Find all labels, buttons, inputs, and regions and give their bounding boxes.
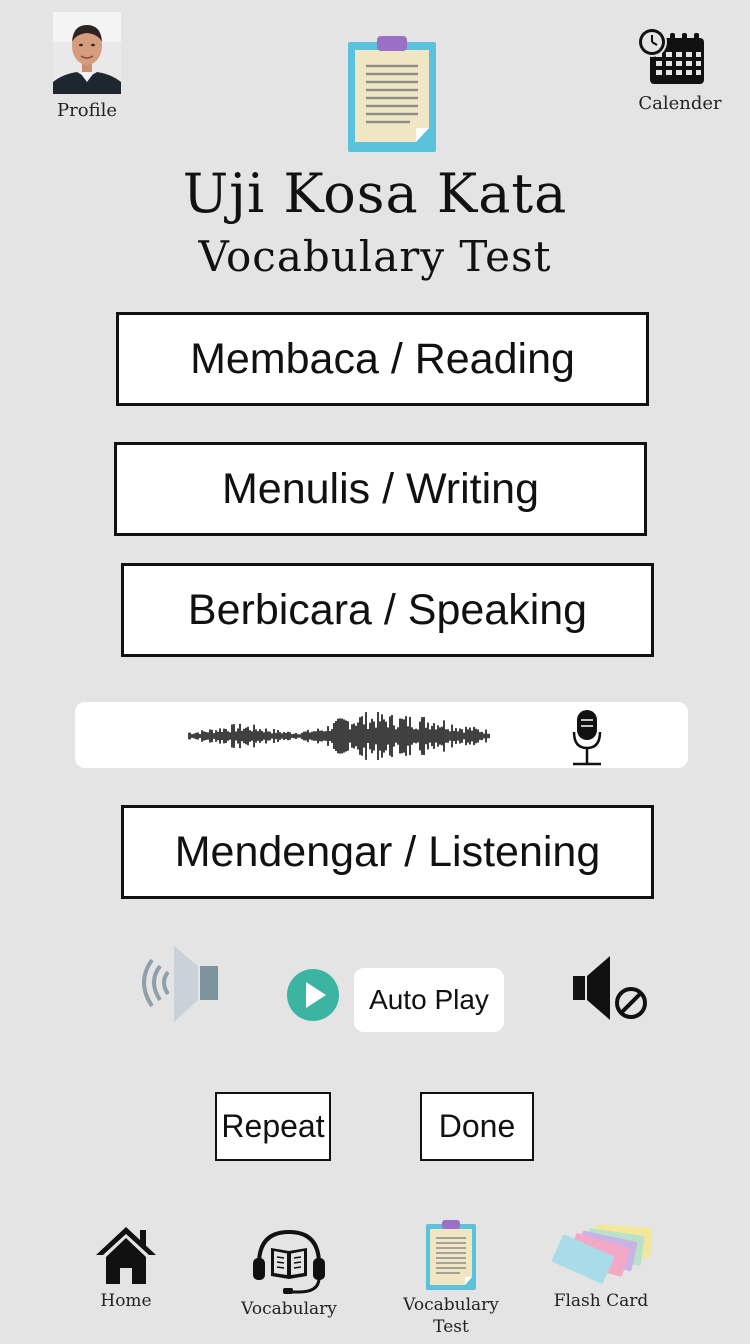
clipboard-icon	[348, 36, 436, 156]
nav-vocabulary[interactable]: Vocabulary	[236, 1228, 342, 1320]
home-icon	[96, 1227, 156, 1284]
repeat-button[interactable]: Repeat	[215, 1092, 331, 1161]
flash-cards-icon	[551, 1224, 652, 1284]
nav-vocabulary-label: Vocabulary	[241, 1299, 337, 1319]
clipboard-icon	[426, 1220, 476, 1290]
profile-avatar[interactable]	[53, 12, 121, 94]
page-title: Uji Kosa Kata	[182, 162, 568, 225]
page-subtitle: Vocabulary Test	[198, 232, 552, 281]
nav-flash-card-label: Flash Card	[553, 1291, 649, 1311]
microphone-icon[interactable]	[571, 708, 603, 766]
calendar-label[interactable]: Calender	[630, 93, 730, 114]
nav-vocabulary-test[interactable]: Vocabulary Test	[396, 1220, 506, 1338]
speaking-button[interactable]: Berbicara / Speaking	[121, 563, 654, 657]
nav-home[interactable]: Home	[86, 1224, 166, 1312]
calendar-icon[interactable]	[636, 26, 706, 90]
auto-play-button[interactable]: Auto Play	[354, 968, 504, 1032]
headset-book-icon	[253, 1229, 325, 1294]
play-button[interactable]	[286, 968, 340, 1026]
writing-button[interactable]: Menulis / Writing	[114, 442, 647, 536]
nav-flash-card[interactable]: Flash Card	[546, 1222, 656, 1312]
mute-icon[interactable]	[570, 952, 650, 1028]
recording-bar	[75, 702, 688, 768]
avatar-photo	[53, 12, 121, 94]
profile-label[interactable]: Profile	[43, 100, 131, 121]
nav-vocabulary-test-label-2: Test	[433, 1317, 469, 1337]
listening-button[interactable]: Mendengar / Listening	[121, 805, 654, 899]
nav-home-label: Home	[100, 1291, 152, 1311]
waveform-icon	[188, 712, 490, 760]
play-icon	[287, 969, 339, 1021]
done-button[interactable]: Done	[420, 1092, 534, 1161]
reading-button[interactable]: Membaca / Reading	[116, 312, 649, 406]
speaker-volume-icon[interactable]	[136, 944, 222, 1028]
nav-vocabulary-test-label-1: Vocabulary	[403, 1295, 499, 1315]
